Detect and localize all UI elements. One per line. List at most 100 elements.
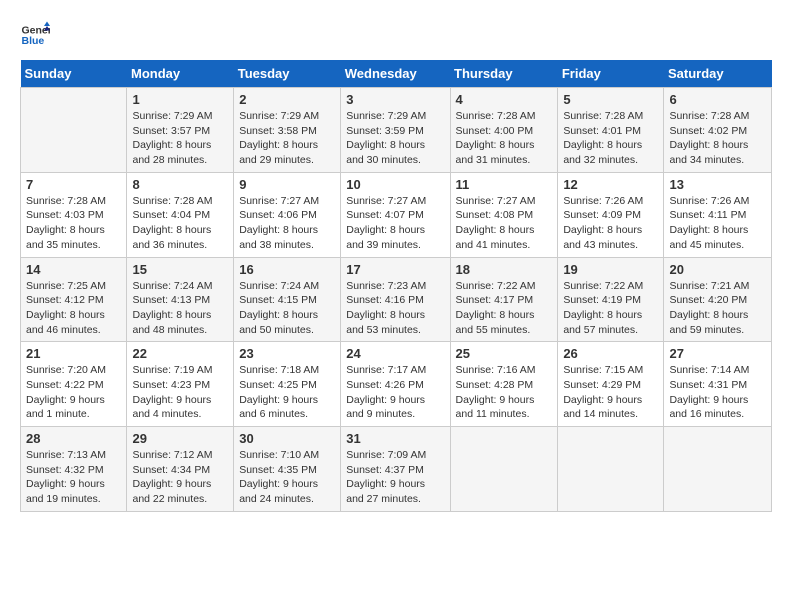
calendar-cell: 7 Sunrise: 7:28 AM Sunset: 4:03 PM Daylig… [21,172,127,257]
day-number: 19 [563,262,658,277]
day-info: Sunrise: 7:26 AM Sunset: 4:11 PM Dayligh… [669,194,766,253]
day-number: 25 [456,346,553,361]
calendar-header-row: SundayMondayTuesdayWednesdayThursdayFrid… [21,60,772,88]
day-number: 26 [563,346,658,361]
calendar-cell: 14 Sunrise: 7:25 AM Sunset: 4:12 PM Dayli… [21,257,127,342]
day-number: 2 [239,92,335,107]
day-header-friday: Friday [558,60,664,88]
calendar-cell: 9 Sunrise: 7:27 AM Sunset: 4:06 PM Daylig… [234,172,341,257]
calendar-cell: 30Sunrise: 7:10 AM Sunset: 4:35 PM Dayli… [234,427,341,512]
day-info: Sunrise: 7:25 AM Sunset: 4:12 PM Dayligh… [26,279,121,338]
day-number: 21 [26,346,121,361]
day-number: 31 [346,431,444,446]
day-info: Sunrise: 7:27 AM Sunset: 4:08 PM Dayligh… [456,194,553,253]
calendar-cell: 23 Sunrise: 7:18 AM Sunset: 4:25 PM Dayli… [234,342,341,427]
calendar-cell [558,427,664,512]
day-info: Sunrise: 7:28 AM Sunset: 4:02 PM Dayligh… [669,109,766,168]
day-number: 1 [132,92,228,107]
day-number: 6 [669,92,766,107]
day-number: 8 [132,177,228,192]
day-header-thursday: Thursday [450,60,558,88]
page-header: General Blue [20,20,772,50]
calendar-cell: 22 Sunrise: 7:19 AM Sunset: 4:23 PM Dayli… [127,342,234,427]
day-header-sunday: Sunday [21,60,127,88]
calendar-cell: 25Sunrise: 7:16 AM Sunset: 4:28 PM Dayli… [450,342,558,427]
day-header-saturday: Saturday [664,60,772,88]
calendar-cell: 26 Sunrise: 7:15 AM Sunset: 4:29 PM Dayli… [558,342,664,427]
calendar-table: SundayMondayTuesdayWednesdayThursdayFrid… [20,60,772,512]
day-info: Sunrise: 7:14 AM Sunset: 4:31 PM Dayligh… [669,363,766,422]
day-info: Sunrise: 7:24 AM Sunset: 4:15 PM Dayligh… [239,279,335,338]
day-info: Sunrise: 7:28 AM Sunset: 4:04 PM Dayligh… [132,194,228,253]
calendar-cell: 2 Sunrise: 7:29 AM Sunset: 3:58 PM Daylig… [234,88,341,173]
day-number: 9 [239,177,335,192]
calendar-cell: 20 Sunrise: 7:21 AM Sunset: 4:20 PM Dayli… [664,257,772,342]
day-info: Sunrise: 7:24 AM Sunset: 4:13 PM Dayligh… [132,279,228,338]
day-info: Sunrise: 7:17 AM Sunset: 4:26 PM Dayligh… [346,363,444,422]
day-info: Sunrise: 7:19 AM Sunset: 4:23 PM Dayligh… [132,363,228,422]
day-number: 29 [132,431,228,446]
calendar-cell: 27Sunrise: 7:14 AM Sunset: 4:31 PM Dayli… [664,342,772,427]
day-info: Sunrise: 7:28 AM Sunset: 4:03 PM Dayligh… [26,194,121,253]
calendar-cell: 28Sunrise: 7:13 AM Sunset: 4:32 PM Dayli… [21,427,127,512]
calendar-cell: 19 Sunrise: 7:22 AM Sunset: 4:19 PM Dayli… [558,257,664,342]
day-info: Sunrise: 7:29 AM Sunset: 3:58 PM Dayligh… [239,109,335,168]
week-row-5: 28Sunrise: 7:13 AM Sunset: 4:32 PM Dayli… [21,427,772,512]
calendar-cell: 31Sunrise: 7:09 AM Sunset: 4:37 PM Dayli… [341,427,450,512]
calendar-cell: 29Sunrise: 7:12 AM Sunset: 4:34 PM Dayli… [127,427,234,512]
calendar-cell: 4 Sunrise: 7:28 AM Sunset: 4:00 PM Daylig… [450,88,558,173]
day-number: 14 [26,262,121,277]
day-number: 15 [132,262,228,277]
calendar-cell: 11Sunrise: 7:27 AM Sunset: 4:08 PM Dayli… [450,172,558,257]
logo: General Blue [20,20,54,50]
day-info: Sunrise: 7:20 AM Sunset: 4:22 PM Dayligh… [26,363,121,422]
day-number: 17 [346,262,444,277]
day-info: Sunrise: 7:15 AM Sunset: 4:29 PM Dayligh… [563,363,658,422]
calendar-cell: 17 Sunrise: 7:23 AM Sunset: 4:16 PM Dayli… [341,257,450,342]
day-info: Sunrise: 7:13 AM Sunset: 4:32 PM Dayligh… [26,448,121,507]
day-number: 7 [26,177,121,192]
day-info: Sunrise: 7:29 AM Sunset: 3:59 PM Dayligh… [346,109,444,168]
calendar-cell [664,427,772,512]
calendar-cell: 10 Sunrise: 7:27 AM Sunset: 4:07 PM Dayli… [341,172,450,257]
day-info: Sunrise: 7:27 AM Sunset: 4:07 PM Dayligh… [346,194,444,253]
calendar-cell [450,427,558,512]
day-number: 20 [669,262,766,277]
calendar-cell: 16 Sunrise: 7:24 AM Sunset: 4:15 PM Dayli… [234,257,341,342]
day-info: Sunrise: 7:28 AM Sunset: 4:00 PM Dayligh… [456,109,553,168]
week-row-2: 7 Sunrise: 7:28 AM Sunset: 4:03 PM Daylig… [21,172,772,257]
calendar-cell: 5Sunrise: 7:28 AM Sunset: 4:01 PM Daylig… [558,88,664,173]
day-header-tuesday: Tuesday [234,60,341,88]
calendar-cell: 8 Sunrise: 7:28 AM Sunset: 4:04 PM Daylig… [127,172,234,257]
day-number: 16 [239,262,335,277]
calendar-cell: 13Sunrise: 7:26 AM Sunset: 4:11 PM Dayli… [664,172,772,257]
day-info: Sunrise: 7:10 AM Sunset: 4:35 PM Dayligh… [239,448,335,507]
calendar-cell [21,88,127,173]
day-number: 3 [346,92,444,107]
week-row-1: 1 Sunrise: 7:29 AM Sunset: 3:57 PM Daylig… [21,88,772,173]
day-info: Sunrise: 7:28 AM Sunset: 4:01 PM Dayligh… [563,109,658,168]
day-header-wednesday: Wednesday [341,60,450,88]
calendar-cell: 1 Sunrise: 7:29 AM Sunset: 3:57 PM Daylig… [127,88,234,173]
day-number: 4 [456,92,553,107]
calendar-cell: 24 Sunrise: 7:17 AM Sunset: 4:26 PM Dayli… [341,342,450,427]
logo-icon: General Blue [20,20,50,50]
day-info: Sunrise: 7:21 AM Sunset: 4:20 PM Dayligh… [669,279,766,338]
day-info: Sunrise: 7:26 AM Sunset: 4:09 PM Dayligh… [563,194,658,253]
day-info: Sunrise: 7:23 AM Sunset: 4:16 PM Dayligh… [346,279,444,338]
calendar-cell: 3 Sunrise: 7:29 AM Sunset: 3:59 PM Daylig… [341,88,450,173]
day-number: 24 [346,346,444,361]
day-number: 22 [132,346,228,361]
day-info: Sunrise: 7:22 AM Sunset: 4:17 PM Dayligh… [456,279,553,338]
day-info: Sunrise: 7:27 AM Sunset: 4:06 PM Dayligh… [239,194,335,253]
calendar-cell: 6 Sunrise: 7:28 AM Sunset: 4:02 PM Daylig… [664,88,772,173]
day-number: 23 [239,346,335,361]
day-number: 10 [346,177,444,192]
day-info: Sunrise: 7:18 AM Sunset: 4:25 PM Dayligh… [239,363,335,422]
day-info: Sunrise: 7:29 AM Sunset: 3:57 PM Dayligh… [132,109,228,168]
day-number: 12 [563,177,658,192]
calendar-cell: 15 Sunrise: 7:24 AM Sunset: 4:13 PM Dayli… [127,257,234,342]
day-header-monday: Monday [127,60,234,88]
week-row-3: 14 Sunrise: 7:25 AM Sunset: 4:12 PM Dayli… [21,257,772,342]
day-info: Sunrise: 7:22 AM Sunset: 4:19 PM Dayligh… [563,279,658,338]
